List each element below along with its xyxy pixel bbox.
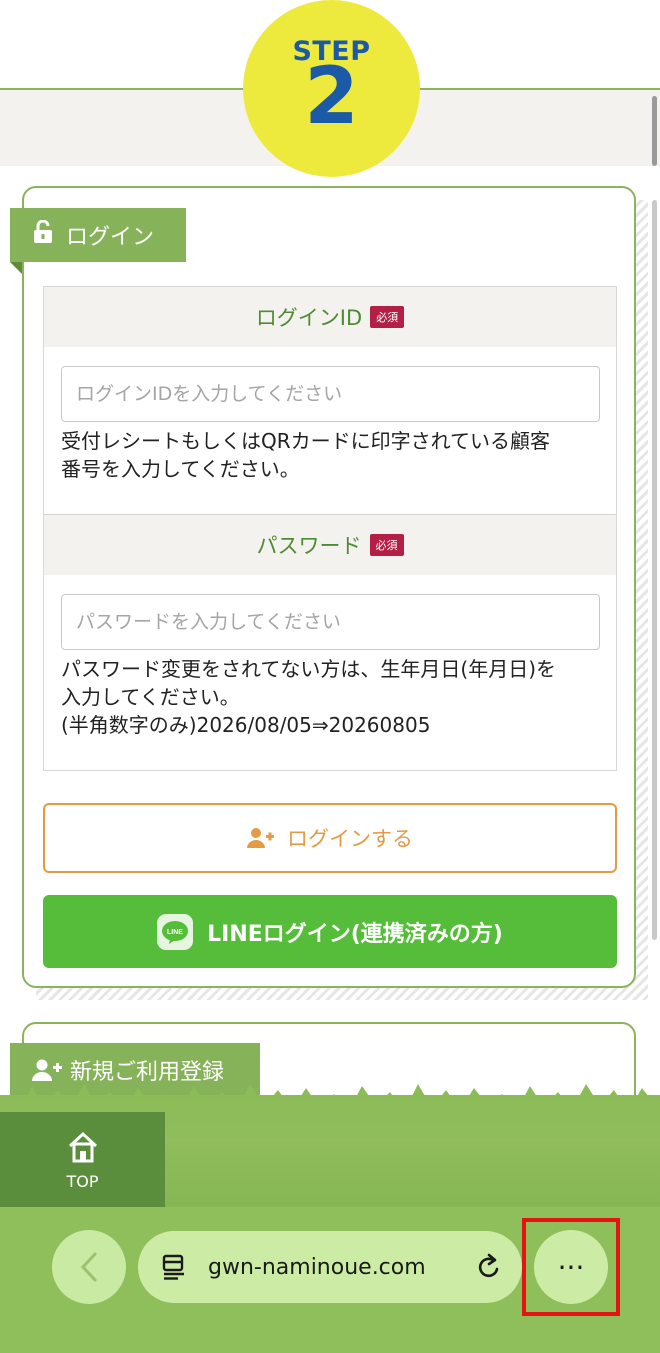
back-button[interactable]	[52, 1230, 126, 1304]
login-id-help: 受付レシートもしくはQRカードに印字されている顧客 番号を入力してください。	[61, 429, 551, 481]
step-number: 2	[304, 52, 359, 142]
reload-icon[interactable]	[476, 1253, 502, 1287]
step-badge: STEP 2	[243, 0, 420, 177]
address-bar[interactable]: gwn-naminoue.com	[138, 1231, 522, 1303]
highlight-box	[522, 1218, 620, 1316]
line-login-button[interactable]: LINE LINEログイン(連携済みの方)	[43, 895, 617, 968]
required-badge: 必須	[370, 306, 405, 328]
login-id-label: ログインID	[255, 306, 363, 330]
password-input[interactable]	[61, 594, 600, 650]
login-button-label: ログインする	[287, 827, 413, 851]
login-id-header: ログインID 必須	[44, 287, 616, 347]
login-id-input[interactable]	[61, 366, 600, 422]
login-form: ログインID 必須 受付レシートもしくはQRカードに印字されている顧客 番号を入…	[43, 286, 617, 771]
scrollbar-thumb[interactable]	[652, 96, 657, 166]
scrollbar-track	[652, 200, 657, 940]
home-icon	[66, 1130, 100, 1168]
ribbon-fold	[10, 262, 22, 274]
top-nav-label: TOP	[66, 1172, 99, 1191]
line-login-label: LINEログイン(連携済みの方)	[207, 921, 503, 947]
add-user-icon	[247, 827, 275, 849]
login-button[interactable]: ログインする	[43, 803, 617, 873]
password-header: パスワード 必須	[44, 515, 616, 575]
top-nav-button[interactable]: TOP	[0, 1112, 165, 1207]
password-label: パスワード	[256, 534, 362, 558]
login-section-title: ログイン	[66, 225, 155, 250]
password-help: パスワード変更をされてない方は、生年月日(年月日)を 入力してください。 (半角…	[61, 657, 557, 737]
required-badge: 必須	[369, 534, 404, 556]
unlock-icon	[32, 219, 54, 250]
page-menu-icon	[162, 1254, 186, 1280]
line-icon: LINE	[157, 913, 194, 950]
line-badge-text: LINE	[167, 929, 183, 936]
login-section-ribbon: ログイン	[10, 208, 186, 262]
url-text: gwn-naminoue.com	[208, 1254, 426, 1280]
chevron-left-icon	[80, 1252, 98, 1282]
